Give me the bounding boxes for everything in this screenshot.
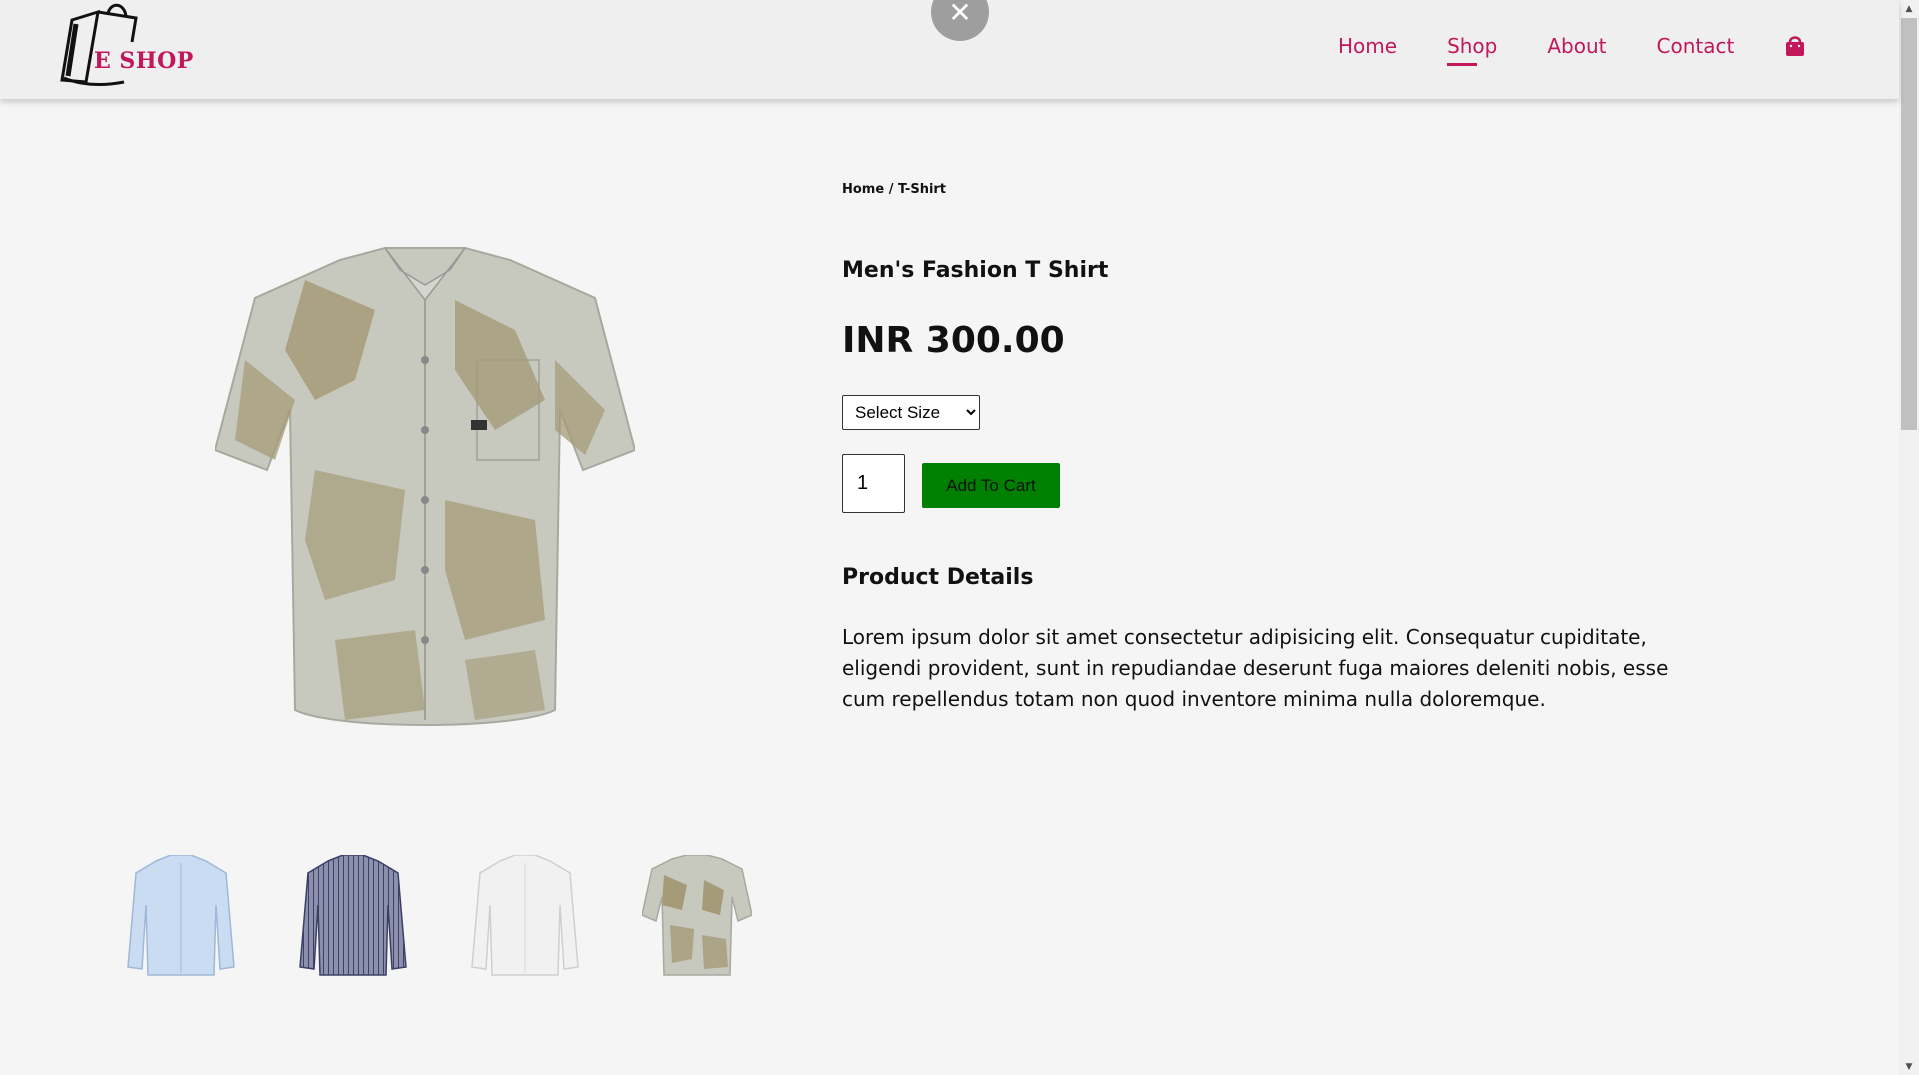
- thumbnail-2[interactable]: [298, 855, 408, 980]
- breadcrumb: Home / T-Shirt: [842, 182, 947, 197]
- product-price: INR 300.00: [842, 320, 1065, 361]
- product-details-heading: Product Details: [842, 565, 1034, 590]
- product-main-image: [215, 247, 635, 726]
- nav-shop[interactable]: Shop: [1447, 34, 1497, 66]
- thumbnail-1[interactable]: [126, 855, 236, 980]
- close-icon: ✕: [948, 0, 972, 29]
- product-details: Home / T-Shirt Men's Fashion T Shirt INR…: [842, 182, 1692, 711]
- product-page: E SHOP Home Shop About Contact ✕ Home / …: [0, 0, 1919, 1075]
- page-scrollbar[interactable]: ▲ ▼: [1899, 0, 1919, 1075]
- scroll-up-icon[interactable]: ▲: [1899, 0, 1919, 17]
- quantity-input[interactable]: [842, 454, 905, 513]
- site-logo[interactable]: E SHOP: [58, 2, 193, 90]
- nav-about[interactable]: About: [1547, 34, 1606, 58]
- add-to-cart-button[interactable]: Add To Cart: [922, 463, 1060, 508]
- main-nav: Home Shop About Contact: [1338, 34, 1806, 66]
- shopping-bag-icon[interactable]: [1784, 34, 1806, 58]
- scroll-down-icon[interactable]: ▼: [1899, 1058, 1919, 1075]
- nav-contact[interactable]: Contact: [1657, 34, 1735, 58]
- product-description: Lorem ipsum dolor sit amet consectetur a…: [842, 625, 1669, 711]
- size-select[interactable]: Select Size: [842, 395, 980, 430]
- product-title: Men's Fashion T Shirt: [842, 258, 1109, 283]
- scrollbar-thumb[interactable]: [1901, 18, 1917, 430]
- thumbnail-3[interactable]: [470, 855, 580, 980]
- shirt-drawing: [215, 247, 635, 726]
- nav-home[interactable]: Home: [1338, 34, 1397, 58]
- logo-text: E SHOP: [94, 48, 194, 74]
- thumbnail-4[interactable]: [642, 855, 752, 980]
- shopping-bags-icon: [60, 3, 138, 86]
